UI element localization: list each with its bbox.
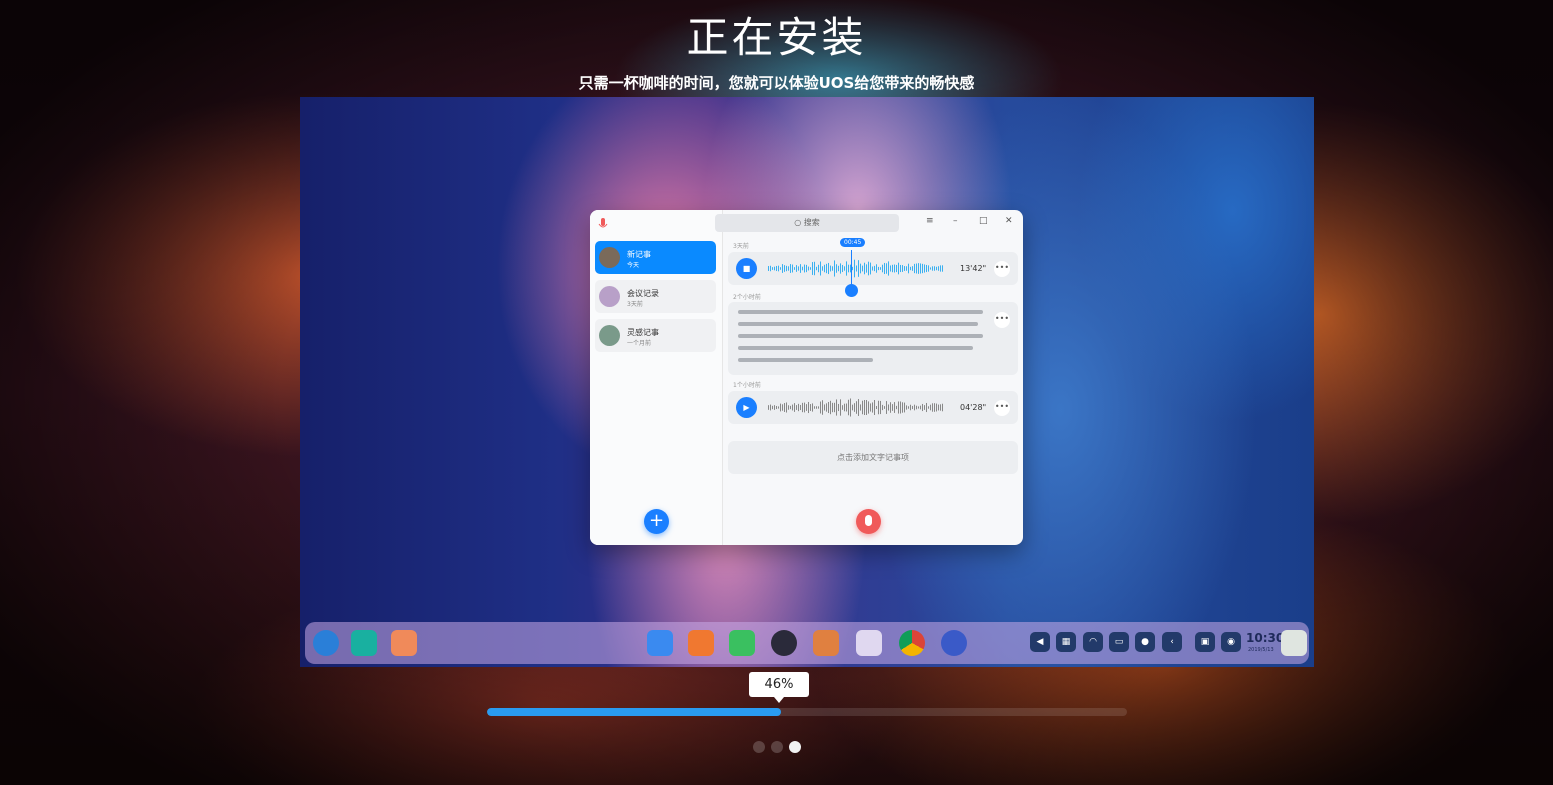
pager-dot[interactable] [752,741,765,753]
pager-dot[interactable] [770,741,783,753]
note-title: 会议记录 [627,289,659,298]
file-manager-icon [647,630,673,656]
wifi-icon: ◠ [1083,632,1103,652]
settings-icon [941,630,967,656]
notification-icon: ● [1135,632,1155,652]
dock-clock: 10:30 [1246,631,1285,645]
note-item: 新记事 今天 [595,241,716,274]
note-date: 一个月前 [627,340,652,347]
recording-label: 1个小时前 [733,382,761,389]
power-icon: ◉ [1221,632,1241,652]
page-title: 正在安装 [686,13,867,62]
note-title: 新记事 [627,250,651,259]
recording-item: ▶ 04'28" ••• [728,391,1018,424]
recording-label: 3天前 [733,243,749,250]
plus-icon: + [644,509,669,534]
search-placeholder: 搜索 [803,218,820,227]
recording-item: ■ 13'42" ••• [728,252,1018,285]
multitask-icon [351,630,377,656]
volume-icon: ◀ [1030,632,1050,652]
note-avatar [599,286,620,307]
slideshow-image: 新记事 今天 会议记录 3天前 灵感记事 一个月前 + ○ 搜索 ≡ – □ ✕… [300,97,1314,667]
microphone-icon [598,218,608,228]
minimize-icon: – [953,216,958,226]
waveform [768,398,943,417]
slideshow-pager [0,738,1553,757]
chevron-left-icon: ‹ [1162,632,1182,652]
playhead-time: 00:45 [840,238,866,247]
recording-duration: 13'42" [960,264,987,273]
close-icon: ✕ [1005,216,1013,226]
text-note-label: 2个小时前 [733,294,761,301]
text-note: ••• [728,302,1018,375]
recording-duration: 04'28" [960,403,987,412]
more-icon: ••• [994,312,1010,328]
dock: ◀ ▦ ◠ ▭ ● ‹ ▣ ◉ 10:30 2019/5/13 [305,622,1309,664]
launcher-icon [313,630,339,656]
playhead [851,250,852,288]
playhead-handle [845,284,858,297]
image-viewer-icon [813,630,839,656]
waveform [768,259,943,278]
progress-tooltip: 46% [749,672,809,703]
note-date: 今天 [627,262,640,269]
voice-notes-app-preview: 新记事 今天 会议记录 3天前 灵感记事 一个月前 + ○ 搜索 ≡ – □ ✕… [590,210,1023,545]
note-item: 会议记录 3天前 [595,280,716,313]
video-player-icon [771,630,797,656]
camera-icon [856,630,882,656]
search-box: ○ 搜索 [715,214,899,232]
pager-dot[interactable] [788,741,801,753]
stop-icon: ■ [736,258,757,279]
play-icon: ▶ [736,397,757,418]
notes-sidebar: 新记事 今天 会议记录 3天前 灵感记事 一个月前 + [590,210,723,545]
note-avatar [599,247,620,268]
workspace-icon [391,630,417,656]
dock-date: 2019/5/13 [1248,647,1274,653]
note-date: 3天前 [627,301,643,308]
display-icon: ▣ [1195,632,1215,652]
chrome-icon [899,630,925,656]
progress-fill [487,708,782,716]
trash-icon [1281,630,1307,656]
note-avatar [599,325,620,346]
app-store-icon [688,630,714,656]
menu-icon: ≡ [926,216,934,226]
keyboard-icon: ▦ [1056,632,1076,652]
page-subtitle: 只需一杯咖啡的时间，您就可以体验UOS给您带来的畅快感 [578,74,975,92]
more-icon: ••• [994,400,1010,416]
note-title: 灵感记事 [627,328,659,337]
text-note-lines [738,310,983,370]
progress-bar [487,708,1127,716]
maximize-icon: □ [979,216,988,226]
music-icon [729,630,755,656]
note-item: 灵感记事 一个月前 [595,319,716,352]
record-icon [856,509,881,534]
add-text-note: 点击添加文字记事项 [728,441,1018,474]
battery-icon: ▭ [1109,632,1129,652]
more-icon: ••• [994,261,1010,277]
